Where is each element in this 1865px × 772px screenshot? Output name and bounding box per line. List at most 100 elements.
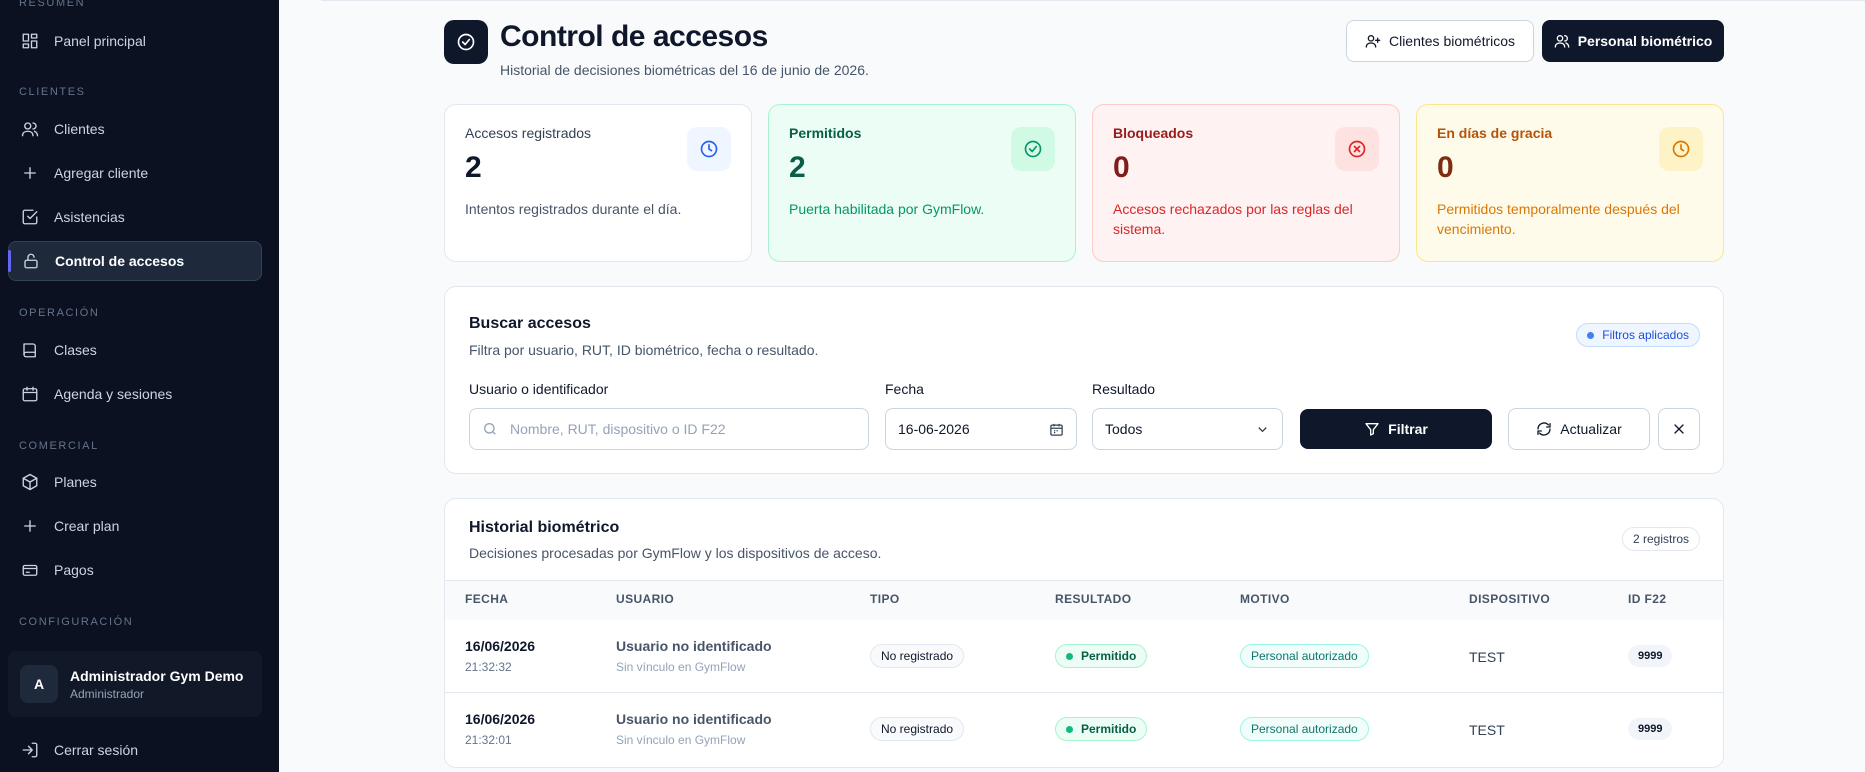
column-header: RESULTADO (1055, 592, 1132, 606)
result-badge: Permitido (1055, 717, 1148, 741)
page-subtitle: Historial de decisiones biométricas del … (500, 62, 869, 78)
column-header: FECHA (465, 592, 509, 606)
sidebar-item-clientes[interactable]: Clientes (8, 109, 262, 149)
user-card[interactable]: A Administrador Gym Demo Administrador (8, 651, 262, 717)
filter-icon (1365, 423, 1379, 436)
sidebar-item-label: Agregar cliente (54, 165, 149, 181)
records-count-label: 2 registros (1621, 527, 1700, 551)
avatar: A (20, 665, 58, 703)
result-select[interactable]: Todos (1092, 408, 1283, 450)
id-badge: 9999 (1628, 718, 1673, 740)
lock-icon (21, 251, 41, 271)
result-filter-label: Resultado (1092, 381, 1156, 397)
row-user-link-status: Sin vínculo en GymFlow (616, 660, 746, 674)
sidebar-item-label: Agenda y sesiones (54, 386, 173, 402)
history-panel: Historial biométrico Decisiones procesad… (444, 498, 1724, 768)
section-label-operacion: OPERACIÓN (19, 307, 100, 319)
row-device: TEST (1469, 722, 1505, 738)
row-device: TEST (1469, 649, 1505, 665)
date-filter-label: Fecha (885, 381, 924, 397)
history-subtitle: Decisiones procesadas por GymFlow y los … (469, 545, 882, 561)
clear-filters-button[interactable] (1658, 408, 1700, 450)
search-input[interactable] (510, 421, 856, 437)
logout-button[interactable]: Cerrar sesión (8, 730, 262, 770)
column-header: TIPO (870, 592, 900, 606)
personal-biometrico-button[interactable]: Personal biométrico (1542, 20, 1724, 62)
type-badge: No registrado (870, 644, 965, 668)
sidebar-item-panel-principal[interactable]: Panel principal (8, 21, 262, 61)
clock-icon (687, 127, 731, 171)
checkbox-icon (20, 207, 40, 227)
stat-desc: Accesos rechazados por las reglas del si… (1113, 201, 1353, 237)
calendar-icon (1050, 423, 1063, 436)
result-label: Permitido (1081, 649, 1137, 663)
sidebar-item-pagos[interactable]: Pagos (8, 550, 262, 590)
stat-card-dias-de-gracia: En días de gracia 0 Permitidos temporalm… (1416, 104, 1724, 262)
refresh-button[interactable]: Actualizar (1508, 408, 1650, 450)
sidebar-item-label: Panel principal (54, 33, 146, 49)
search-title: Buscar accesos (469, 315, 591, 332)
dashboard-icon (20, 31, 40, 51)
users-icon (20, 119, 40, 139)
personal-biometrico-label: Personal biométrico (1577, 33, 1713, 49)
reason-badge: Personal autorizado (1240, 644, 1369, 668)
stat-desc: Puerta habilitada por GymFlow. (789, 201, 985, 217)
user-search-field[interactable] (469, 408, 869, 450)
user-plus-icon (1365, 35, 1381, 48)
check-circle-icon (444, 20, 488, 64)
logout-icon (20, 740, 40, 760)
sidebar-item-clases[interactable]: Clases (8, 330, 262, 370)
main-content: Control de accesos Historial de decision… (279, 0, 1865, 772)
page-title: Control de accesos (500, 20, 768, 53)
sidebar: RESUMEN Panel principal CLIENTES Cliente… (0, 0, 279, 772)
column-header: ID F22 (1628, 592, 1667, 606)
sidebar-item-agregar-cliente[interactable]: Agregar cliente (8, 153, 262, 193)
sidebar-item-label: Clases (54, 342, 97, 358)
status-dot (1066, 652, 1073, 660)
refresh-button-label: Actualizar (1560, 421, 1622, 437)
date-field[interactable]: 16-06-2026 (885, 408, 1077, 450)
sidebar-item-planes[interactable]: Planes (8, 462, 262, 502)
clientes-biometricos-button[interactable]: Clientes biométricos (1346, 20, 1534, 62)
row-date: 16/06/2026 (465, 638, 536, 654)
row-date: 16/06/2026 (465, 711, 536, 727)
column-header: USUARIO (616, 592, 675, 606)
check-circle-icon (1011, 127, 1055, 171)
sidebar-item-label: Clientes (54, 121, 105, 137)
status-dot (1066, 725, 1073, 733)
date-value: 16-06-2026 (898, 421, 970, 437)
section-label-comercial: COMERCIAL (19, 440, 99, 452)
user-filter-label: Usuario o identificador (469, 381, 609, 397)
sidebar-item-asistencias[interactable]: Asistencias (8, 197, 262, 237)
logout-label: Cerrar sesión (54, 742, 139, 758)
section-label-clientes: CLIENTES (19, 86, 86, 98)
filters-applied-badge: Filtros aplicados (1576, 323, 1700, 347)
search-subtitle: Filtra por usuario, RUT, ID biométrico, … (469, 342, 819, 358)
sidebar-item-control-de-accesos[interactable]: Control de accesos (8, 241, 262, 281)
stat-card-accesos: Accesos registrados 2 Intentos registrad… (444, 104, 752, 262)
section-label-configuracion: CONFIGURACIÓN (19, 616, 134, 628)
sidebar-item-agenda-y-sesiones[interactable]: Agenda y sesiones (8, 374, 262, 414)
stat-desc: Permitidos temporalmente después del ven… (1437, 201, 1680, 237)
top-divider (321, 0, 1865, 1)
row-user: Usuario no identificado (616, 638, 772, 654)
sidebar-item-label: Crear plan (54, 518, 120, 534)
sidebar-item-crear-plan[interactable]: Crear plan (8, 506, 262, 546)
table-row[interactable]: 16/06/2026 21:32:32 Usuario no identific… (445, 620, 1723, 693)
sidebar-item-label: Asistencias (54, 209, 125, 225)
search-panel: Buscar accesos Filtra por usuario, RUT, … (444, 286, 1724, 474)
column-header: DISPOSITIVO (1469, 592, 1551, 606)
result-label: Permitido (1081, 722, 1137, 736)
chevron-down-icon (1258, 426, 1267, 432)
history-title: Historial biométrico (469, 519, 620, 536)
user-role: Administrador (70, 686, 145, 701)
table-row[interactable]: 16/06/2026 21:32:01 Usuario no identific… (445, 693, 1723, 766)
row-time: 21:32:32 (465, 660, 512, 674)
records-count-badge: 2 registros (1621, 527, 1700, 551)
user-name: Administrador Gym Demo (70, 667, 244, 684)
filter-button[interactable]: Filtrar (1300, 409, 1492, 449)
result-value: Todos (1105, 421, 1143, 437)
book-icon (20, 340, 40, 360)
filters-applied-label: Filtros aplicados (1602, 328, 1689, 342)
column-header: MOTIVO (1240, 592, 1290, 606)
